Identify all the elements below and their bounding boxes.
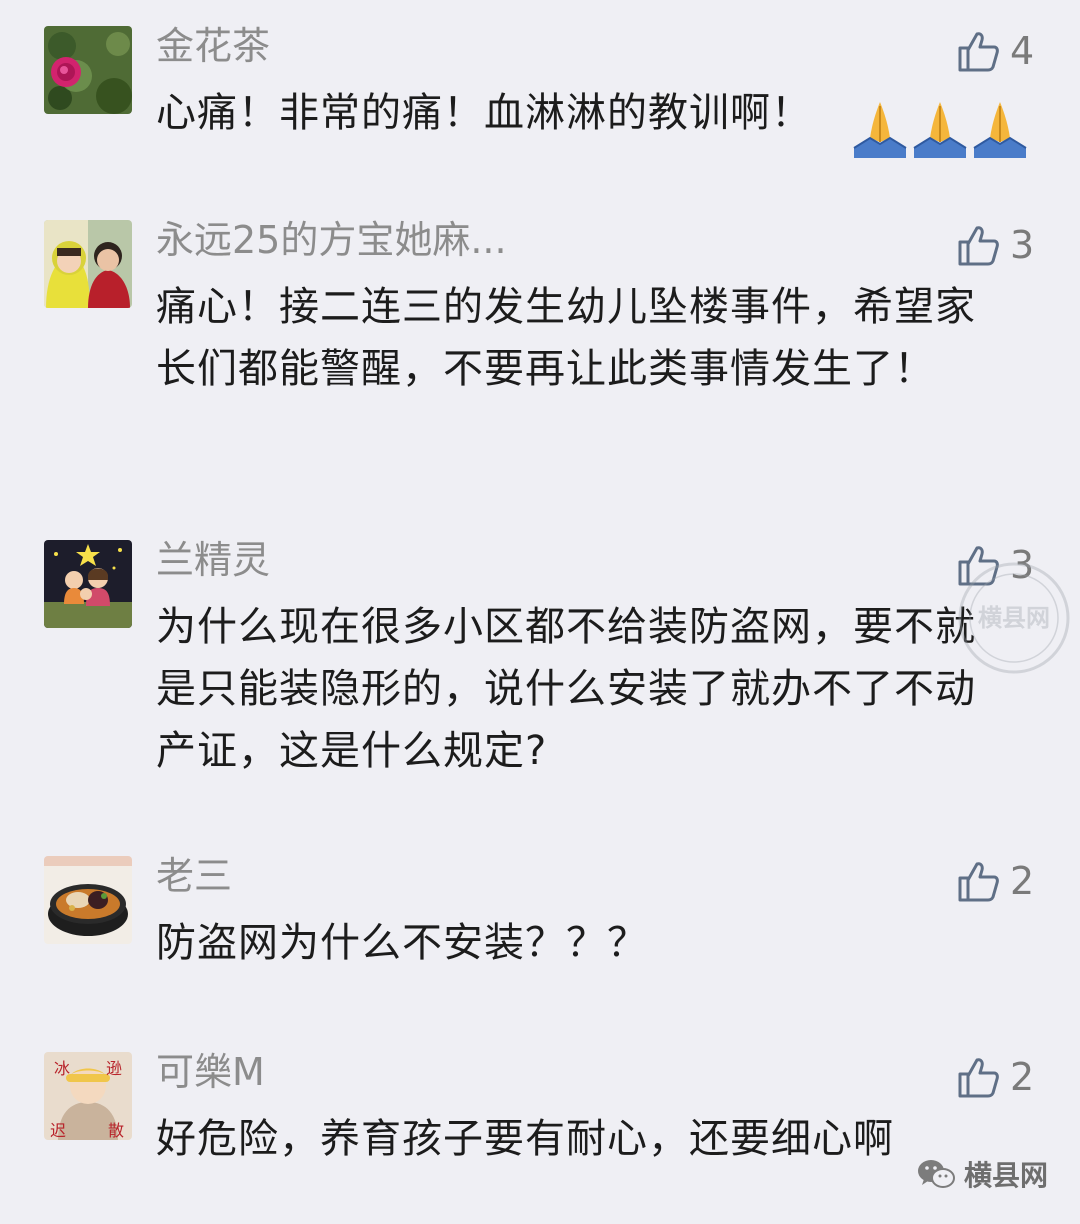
comment-text-content: 心痛！非常的痛！血淋淋的教训啊！ — [156, 90, 812, 136]
like-button[interactable]: 3 — [956, 220, 1034, 270]
like-button[interactable]: 2 — [956, 1052, 1034, 1102]
comment-text: 好危险，养育孩子要有耐心，还要细心啊 — [156, 1116, 894, 1162]
food-bowl-avatar-image — [44, 856, 132, 944]
cartoon-family-avatar-image — [44, 540, 132, 628]
rose-flower-avatar-image — [44, 26, 132, 114]
avatar-char: 散 — [108, 1121, 124, 1140]
avatar[interactable] — [44, 856, 132, 944]
child-photo-avatar-image: 冰 逊 迟 散 — [44, 1052, 132, 1140]
avatar-char: 冰 — [54, 1059, 70, 1078]
avatar-char: 逊 — [106, 1059, 122, 1078]
thumbs-up-icon — [958, 1058, 999, 1098]
like-count: 2 — [1010, 859, 1035, 903]
thumbs-up-icon — [958, 226, 999, 266]
pray-icon — [853, 102, 907, 158]
nickname[interactable]: 兰精灵 — [156, 536, 270, 584]
comment-text: 防盗网为什么不安装？？？ — [156, 920, 648, 966]
avatar[interactable] — [44, 540, 132, 628]
thumbs-up-icon — [958, 862, 999, 902]
wechat-icon — [918, 1160, 955, 1188]
comment-text: 为什么现在很多小区都不给装防盗网，要不就是只能装隐形的，说什么安装了就办不了不动… — [156, 604, 976, 774]
nickname[interactable]: 可樂M — [156, 1048, 265, 1096]
brand-label: 横县网 — [916, 1154, 1048, 1194]
comment-text: 痛心！接二连三的发生幼儿坠楼事件，希望家长们都能警醒，不要再让此类事情发生了！ — [156, 284, 976, 392]
watermark-text: 横县网 — [978, 604, 1050, 632]
brand-name: 横县网 — [964, 1159, 1049, 1192]
like-count: 2 — [1010, 1055, 1035, 1099]
avatar[interactable] — [44, 26, 132, 114]
avatar-char: 迟 — [50, 1121, 66, 1140]
avatar[interactable]: 冰 逊 迟 散 — [44, 1052, 132, 1140]
avatar[interactable] — [44, 220, 132, 308]
pray-emoji-group — [850, 98, 1030, 160]
nickname[interactable]: 老三 — [156, 852, 232, 900]
thumbs-up-icon — [958, 32, 999, 72]
comment-text: 心痛！非常的痛！血淋淋的教训啊！ — [156, 82, 856, 144]
two-people-photo-avatar-image — [44, 220, 132, 308]
like-count: 3 — [1010, 223, 1035, 267]
nickname[interactable]: 永远25的方宝她麻... — [156, 216, 507, 264]
watermark-seal: 横县网 — [958, 562, 1070, 674]
pray-icon — [913, 102, 967, 158]
pray-icon — [973, 102, 1027, 158]
like-count: 4 — [1010, 29, 1035, 73]
like-button[interactable]: 2 — [956, 856, 1034, 906]
like-button[interactable]: 4 — [956, 26, 1034, 76]
nickname[interactable]: 金花茶 — [156, 22, 270, 70]
